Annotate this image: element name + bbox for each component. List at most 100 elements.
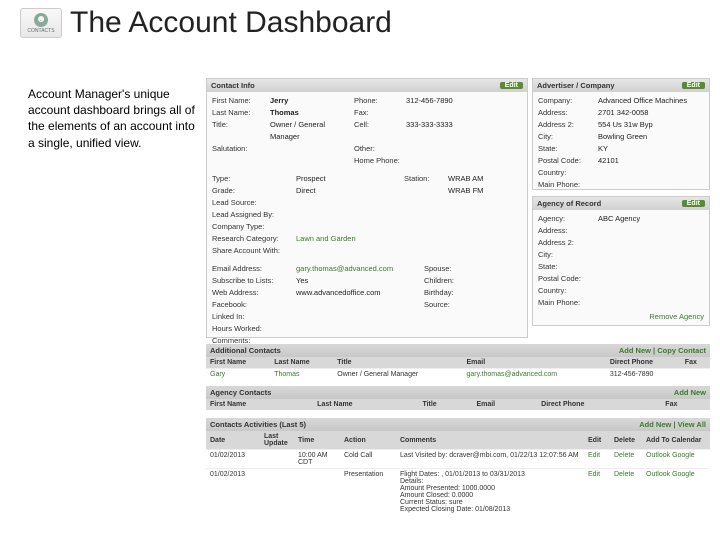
grade-label: Grade:	[212, 185, 296, 197]
ag-col-email: Email	[472, 399, 537, 410]
web-value: www.advancedoffice.com	[296, 287, 424, 299]
act-col-date: Date	[206, 431, 260, 450]
agency-label: Agency:	[538, 213, 598, 225]
act-action-cell: Presentation	[340, 469, 396, 516]
table-row: Gary Thomas Owner / General Manager gary…	[206, 369, 710, 381]
adv-country-label: Country:	[538, 167, 598, 179]
activity-edit-link[interactable]: Edit	[588, 452, 600, 459]
ag-state-value	[598, 261, 704, 273]
copy-contact-link[interactable]: Copy Contact	[657, 346, 706, 355]
adv-city-value: Bowling Green	[598, 131, 704, 143]
ag-city-label: City:	[538, 249, 598, 261]
edit-contact-button[interactable]: Edit	[500, 82, 523, 89]
adv-zip-label: Postal Code:	[538, 155, 598, 167]
salutation-label: Salutation:	[212, 143, 270, 155]
page-title: The Account Dashboard	[70, 6, 392, 40]
ag-col-title: Title	[418, 399, 472, 410]
birthday-value	[468, 287, 522, 299]
activity-google-link[interactable]: Google	[672, 471, 695, 478]
subscribe-label: Subscribe to Lists:	[212, 275, 296, 287]
salutation-value	[270, 143, 354, 155]
station1-value: WRAB AM	[448, 173, 522, 185]
activities-heading: Contacts Activities (Last 5)	[210, 420, 306, 429]
col-first-name: First Name	[206, 357, 270, 369]
ag-mainphone-value	[598, 297, 704, 309]
contact-info-heading: Contact Info	[211, 81, 255, 90]
act-col-lu: Last Update	[260, 431, 294, 450]
ag-city-value	[598, 249, 704, 261]
addl-title-cell: Owner / General Manager	[333, 369, 462, 381]
agency-heading: Agency of Record	[537, 199, 601, 208]
type-label: Type:	[212, 173, 296, 185]
ag-address2-value	[598, 237, 704, 249]
ag-zip-value	[598, 273, 704, 285]
source-label: Source:	[424, 299, 468, 311]
addl-contacts-table: First Name Last Name Title Email Direct …	[206, 357, 710, 380]
hours-value	[296, 323, 424, 335]
web-label: Web Address:	[212, 287, 296, 299]
phone-label: Phone:	[354, 95, 406, 107]
add-new-addl-contact-link[interactable]: Add New	[619, 346, 651, 355]
linkedin-value	[296, 311, 424, 323]
adv-state-label: State:	[538, 143, 598, 155]
activity-edit-link[interactable]: Edit	[588, 471, 600, 478]
ag-state-label: State:	[538, 261, 598, 273]
add-new-agency-contact-link[interactable]: Add New	[674, 388, 706, 397]
other-value	[406, 143, 522, 155]
spouse-value	[468, 263, 522, 275]
adv-mainphone-label: Main Phone:	[538, 179, 598, 191]
activity-outlook-link[interactable]: Outlook	[646, 452, 670, 459]
act-col-delete: Delete	[610, 431, 642, 450]
adv-address-label: Address:	[538, 107, 598, 119]
research-category-link[interactable]: Lawn and Garden	[296, 233, 404, 245]
activities-table: Date Last Update Time Action Comments Ed…	[206, 431, 710, 515]
fax-value	[406, 107, 522, 119]
act-lu-cell	[260, 469, 294, 516]
adv-mainphone-value	[598, 179, 704, 191]
company-label: Company:	[538, 95, 598, 107]
linkedin-label: Linked In:	[212, 311, 296, 323]
remove-agency-link[interactable]: Remove Agency	[649, 312, 704, 321]
children-value	[468, 275, 522, 287]
edit-advertiser-button[interactable]: Edit	[682, 82, 705, 89]
share-account-label: Share Account With:	[212, 245, 296, 257]
ag-zip-label: Postal Code:	[538, 273, 598, 285]
act-time-cell: 10:00 AM CDT	[294, 450, 340, 469]
cell-label: Cell:	[354, 119, 406, 143]
lead-assigned-label: Lead Assigned By:	[212, 209, 296, 221]
col-direct-phone: Direct Phone	[606, 357, 681, 369]
adv-zip-value: 42101	[598, 155, 704, 167]
adv-address2-value: 554 Us 31w Byp	[598, 119, 704, 131]
act-action-cell: Cold Call	[340, 450, 396, 469]
person-icon: ☻	[34, 13, 48, 27]
ag-mainphone-label: Main Phone:	[538, 297, 598, 309]
home-phone-label: Home Phone:	[354, 155, 406, 167]
col-email: Email	[463, 357, 606, 369]
ag-country-value	[598, 285, 704, 297]
addl-ln-link[interactable]: Thomas	[274, 371, 299, 378]
ag-col-dp: Direct Phone	[537, 399, 661, 410]
title-label: Title:	[212, 119, 270, 143]
email-link[interactable]: gary.thomas@advanced.com	[296, 263, 424, 275]
phone-value: 312-456-7890	[406, 95, 522, 107]
station2-value: WRAB FM	[448, 185, 522, 197]
addl-contacts-heading: Additional Contacts	[210, 346, 281, 355]
view-all-activities-link[interactable]: View All	[678, 420, 706, 429]
addl-email-link[interactable]: gary.thomas@advanced.com	[467, 371, 558, 378]
first-name-value: Jerry	[270, 95, 354, 107]
contacts-logo: ☻ CONTACTS	[20, 8, 62, 38]
lead-source-value	[296, 197, 404, 209]
addl-fn-link[interactable]: Gary	[210, 371, 225, 378]
first-name-label: First Name:	[212, 95, 270, 107]
add-new-activity-link[interactable]: Add New	[639, 420, 671, 429]
edit-agency-button[interactable]: Edit	[682, 200, 705, 207]
adv-address2-label: Address 2:	[538, 119, 598, 131]
home-phone-value	[406, 155, 522, 167]
act-date-cell: 01/02/2013	[206, 469, 260, 516]
col-title: Title	[333, 357, 462, 369]
activity-delete-link[interactable]: Delete	[614, 471, 634, 478]
activity-google-link[interactable]: Google	[672, 452, 695, 459]
activity-outlook-link[interactable]: Outlook	[646, 471, 670, 478]
act-col-addcal: Add To Calendar	[642, 431, 710, 450]
activity-delete-link[interactable]: Delete	[614, 452, 634, 459]
